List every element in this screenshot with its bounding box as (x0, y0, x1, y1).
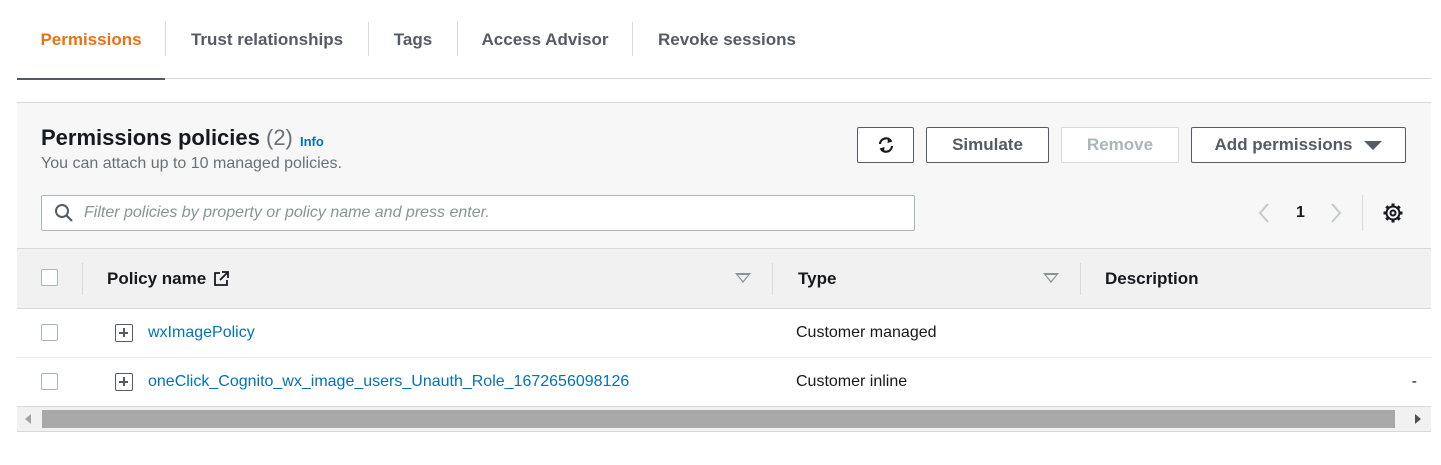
column-header-description[interactable]: Description (1105, 249, 1199, 309)
tab-label: Trust relationships (190, 29, 344, 49)
policy-name-link[interactable]: wxImagePolicy (148, 309, 255, 357)
caret-down-icon (1364, 140, 1383, 150)
table-row: oneClick_Cognito_wx_image_users_Unauth_R… (17, 358, 1431, 407)
filter-search-box[interactable] (41, 195, 915, 231)
policy-count: (2) (266, 125, 293, 150)
panel-subtitle: You can attach up to 10 managed policies… (41, 155, 342, 172)
policy-name-link[interactable]: oneClick_Cognito_wx_image_users_Unauth_R… (148, 358, 629, 406)
sort-icon[interactable] (1043, 273, 1059, 283)
panel-title-text: Permissions policies (41, 125, 260, 150)
tab-tags[interactable]: Tags (369, 0, 457, 79)
scroll-right-arrow-icon[interactable] (1415, 414, 1421, 424)
tab-bar: Permissions Trust relationships Tags Acc… (17, 0, 1431, 80)
preferences-button[interactable] (1383, 201, 1403, 225)
next-page-button[interactable] (1329, 201, 1343, 225)
chevron-left-icon (1258, 203, 1269, 223)
tab-trust-relationships[interactable]: Trust relationships (166, 0, 368, 79)
pager-divider (1362, 195, 1363, 231)
gear-icon (1383, 203, 1403, 223)
filter-input[interactable] (84, 204, 884, 222)
column-divider (772, 263, 773, 295)
column-label: Policy name (107, 269, 207, 288)
table-header: Policy name Type Description (17, 249, 1431, 309)
panel-title: Permissions policies (2) (41, 125, 293, 151)
tab-permissions[interactable]: Permissions (17, 0, 165, 80)
policy-type: Customer inline (796, 373, 908, 390)
scrollbar-thumb[interactable] (42, 410, 1395, 428)
column-header-type[interactable]: Type (798, 249, 836, 309)
scroll-left-arrow-icon[interactable] (25, 414, 31, 424)
remove-button[interactable]: Remove (1061, 127, 1179, 163)
select-all-checkbox[interactable] (41, 269, 58, 286)
column-header-policy-name[interactable]: Policy name (107, 249, 230, 309)
expand-plus-icon[interactable] (115, 324, 133, 342)
tab-label: Access Advisor (481, 29, 609, 49)
external-link-icon (214, 271, 230, 286)
add-permissions-button[interactable]: Add permissions (1191, 127, 1406, 163)
add-permissions-label: Add permissions (1214, 135, 1353, 154)
tab-label: Tags (393, 29, 433, 49)
previous-page-button[interactable] (1257, 201, 1271, 225)
tab-label: Revoke sessions (658, 29, 796, 49)
row-checkbox[interactable] (41, 373, 58, 390)
row-checkbox[interactable] (41, 324, 58, 341)
table-row: wxImagePolicy Customer managed (17, 309, 1431, 358)
refresh-icon (878, 137, 893, 153)
search-icon (55, 204, 73, 222)
simulate-button[interactable]: Simulate (926, 127, 1049, 163)
horizontal-scrollbar[interactable] (17, 406, 1431, 432)
info-link[interactable]: Info (300, 134, 324, 149)
policy-description: - (1411, 373, 1417, 390)
column-divider (1080, 263, 1081, 295)
expand-plus-icon[interactable] (115, 373, 133, 391)
policy-type: Customer managed (796, 324, 937, 341)
tab-revoke-sessions[interactable]: Revoke sessions (633, 0, 796, 79)
refresh-button[interactable] (857, 127, 914, 163)
sort-icon[interactable] (735, 273, 751, 283)
tab-label: Permissions (40, 29, 142, 49)
permissions-policies-header: Permissions policies (2) Info You can at… (17, 103, 1431, 249)
current-page-number[interactable]: 1 (1296, 201, 1305, 225)
column-divider (82, 263, 83, 295)
chevron-right-icon (1331, 203, 1342, 223)
tab-access-advisor[interactable]: Access Advisor (458, 0, 632, 79)
